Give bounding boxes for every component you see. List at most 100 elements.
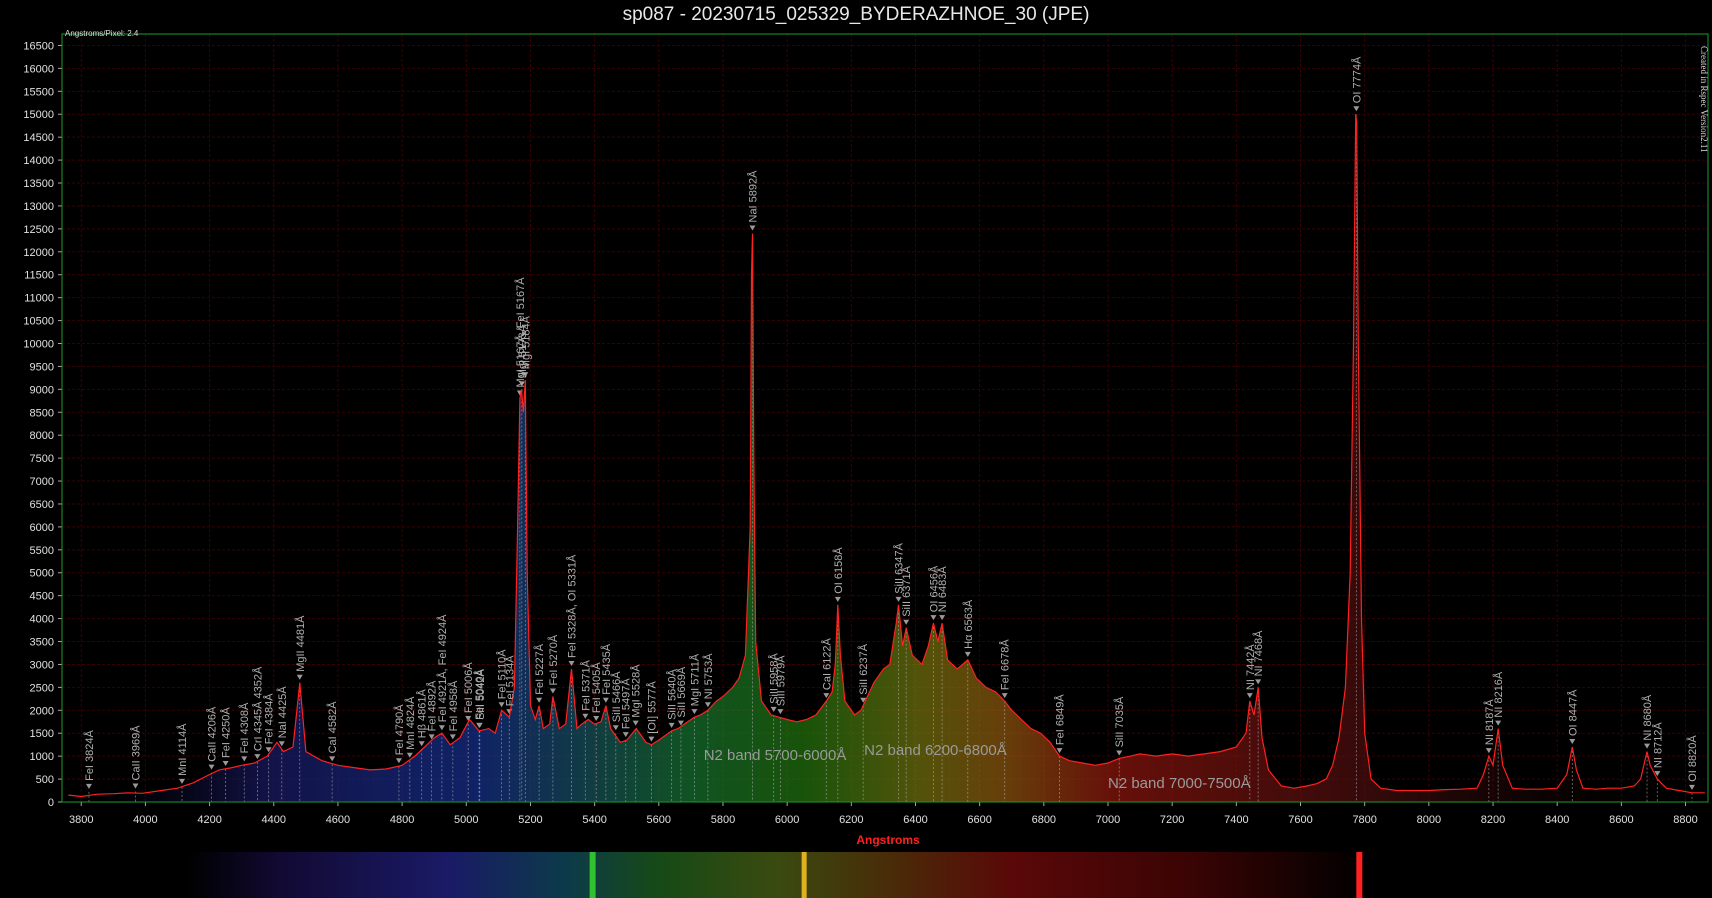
line-label: NI 8216Å	[1492, 671, 1505, 718]
line-marker-triangle	[132, 783, 139, 789]
y-tick-label: 15000	[23, 109, 54, 121]
line-marker-triangle	[648, 736, 655, 742]
x-tick-label: 6000	[775, 814, 799, 826]
line-marker-triangle	[208, 764, 215, 770]
x-axis-label: Angstroms	[856, 833, 920, 847]
line-label: MnI 4824Å	[404, 696, 417, 750]
x-tick-label: 6600	[967, 814, 991, 826]
line-marker-triangle	[1001, 693, 1008, 699]
y-tick-label: 11500	[24, 270, 54, 282]
strip-emission-line	[801, 852, 807, 898]
line-marker-triangle	[406, 752, 413, 758]
line-label: NaI 4425Å	[276, 686, 289, 739]
line-marker-triangle	[449, 734, 456, 740]
line-label: MgI 5711Å	[688, 653, 701, 706]
line-label: NI 5753Å	[702, 653, 715, 700]
y-tick-label: 3000	[30, 659, 54, 671]
y-tick-label: 2500	[30, 682, 54, 694]
y-tick-label: 14500	[23, 132, 54, 144]
y-tick-label: 500	[36, 774, 54, 786]
band-annotation: N2 band 5700-6000Å	[704, 747, 847, 764]
line-label: Hα 6563Å	[962, 599, 975, 649]
line-marker-triangle	[903, 619, 910, 625]
line-marker-triangle	[749, 225, 756, 231]
line-label: SiII 6371Å	[900, 565, 913, 616]
y-tick-label: 16000	[23, 63, 54, 75]
line-label: MnI 4114Å	[176, 723, 189, 776]
y-tick-label: 15500	[23, 86, 54, 98]
x-tick-label: 6800	[1032, 814, 1056, 826]
spectrum-chart: FeI 3824Å CaII 3969Å MnI 4114Å CaII 4206Å Fe…	[23, 29, 1709, 898]
y-tick-label: 0	[48, 797, 54, 809]
line-marker-triangle	[568, 661, 575, 667]
line-label: SiII 7035Å	[1113, 696, 1126, 747]
line-marker-triangle	[668, 722, 675, 728]
line-marker-triangle	[632, 720, 639, 726]
line-label: FeI 4384Å	[263, 693, 276, 744]
line-label: FeI 5270Å	[547, 634, 560, 685]
line-label: FeI 6678Å	[999, 639, 1012, 690]
spectrum-strip	[187, 852, 1367, 898]
line-marker-triangle	[536, 697, 543, 703]
line-label: CrI 4345Å 4352Å	[251, 666, 264, 751]
line-marker-triangle	[582, 713, 589, 719]
y-tick-label: 13500	[23, 178, 54, 190]
line-label: FeI 3824Å	[83, 729, 96, 780]
y-tick-label: 9500	[30, 361, 54, 373]
line-marker-triangle	[1688, 784, 1695, 790]
strip-emission-line	[1356, 852, 1363, 898]
line-marker-triangle	[418, 741, 425, 747]
line-marker-triangle	[1353, 106, 1360, 112]
x-tick-label: 4800	[390, 814, 414, 826]
x-tick-label: 6200	[839, 814, 863, 826]
y-tick-label: 5000	[30, 568, 54, 580]
line-label: OI 7774Å	[1350, 56, 1363, 103]
y-tick-label: 16500	[23, 40, 54, 52]
line-marker-triangle	[241, 756, 248, 762]
y-tick-label: 6000	[30, 522, 54, 534]
y-tick-label: 7000	[30, 476, 54, 488]
line-label: FeI 4308Å	[238, 702, 251, 753]
line-label: FeI 5328Å, OI 5331Å	[566, 554, 579, 658]
x-tick-label: 6400	[903, 814, 927, 826]
strip-emission-line	[589, 852, 596, 898]
line-marker-triangle	[1644, 743, 1651, 749]
y-tick-label: 9000	[30, 384, 54, 396]
x-tick-label: 8000	[1417, 814, 1441, 826]
band-annotation: N2 band 6200-6800Å	[864, 742, 1007, 759]
line-marker-triangle	[395, 758, 402, 764]
line-label: CaII 4206Å	[206, 706, 219, 762]
line-marker-triangle	[622, 732, 629, 738]
x-tick-label: 8200	[1481, 814, 1505, 826]
line-label: CaI 6122Å	[820, 637, 833, 690]
line-marker-triangle	[1116, 750, 1123, 756]
scale-readout: Angstroms/Pixel: 2.4	[65, 29, 139, 38]
line-label: SiII 5042Å	[474, 668, 487, 719]
band-annotation: N2 band 7000-7500Å	[1108, 775, 1251, 792]
x-tick-label: 4000	[133, 814, 157, 826]
y-tick-label: 13000	[23, 201, 54, 213]
line-marker-triangle	[939, 615, 946, 621]
line-marker-triangle	[179, 778, 186, 784]
line-label: FeI 4250Å	[220, 707, 233, 758]
line-label: FeI 4958Å	[447, 680, 460, 731]
software-credit: Created in Rspec Version2.11	[1699, 46, 1709, 152]
line-label: CaII 3969Å	[130, 725, 143, 781]
x-tick-label: 7000	[1096, 814, 1120, 826]
y-tick-label: 4500	[30, 591, 54, 603]
line-marker-triangle	[704, 702, 711, 708]
line-label: NI 6483Å	[936, 566, 949, 613]
x-tick-label: 5400	[582, 814, 606, 826]
line-label: OI 6158Å	[832, 547, 845, 594]
y-tick-label: 14000	[23, 155, 54, 167]
line-marker-triangle	[770, 706, 777, 712]
line-label: NaI 5892Å	[747, 170, 760, 223]
line-marker-triangle	[964, 651, 971, 657]
x-tick-label: 4400	[262, 814, 286, 826]
line-label: SiII 5669Å	[675, 666, 688, 717]
line-marker-triangle	[438, 725, 445, 731]
line-marker-triangle	[691, 709, 698, 715]
y-tick-label: 11000	[24, 293, 54, 305]
line-marker-triangle	[602, 697, 609, 703]
y-tick-label: 10500	[23, 316, 54, 328]
